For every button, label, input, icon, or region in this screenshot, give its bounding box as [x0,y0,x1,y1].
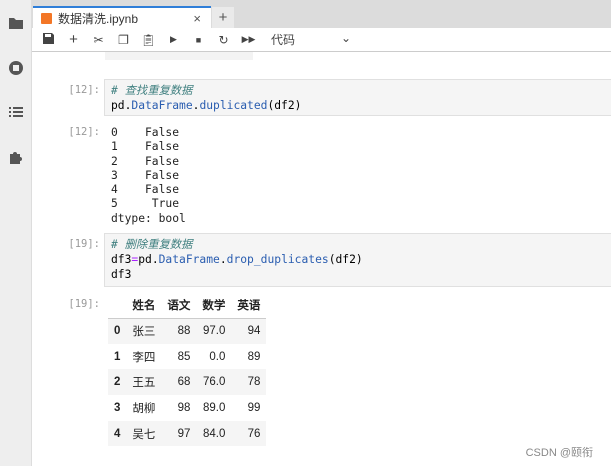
table-cell: 97 [177,427,191,440]
row-index: 1 [114,350,121,363]
chevron-down-icon: ⌄ [340,31,351,45]
restart-icon[interactable]: ↻ [211,33,236,47]
code-line: df3 [111,268,132,281]
notebook-icon [41,13,52,24]
output-prompt: [12]: [68,126,100,138]
previous-output-edge [105,52,253,60]
tab-notebook[interactable]: 数据清洗.ipynb × [33,6,211,29]
column-header: 英语 [231,292,267,319]
output-prompt: [19]: [68,298,100,310]
column-header: 数学 [196,292,232,319]
table-cell: 0.0 [209,350,226,363]
table-row: 0 张三 88 97.0 94 [108,318,267,344]
table-cell: 85 [177,350,191,363]
copy-icon[interactable]: ❐ [111,33,136,47]
tab-bar: 数据清洗.ipynb × + [32,0,611,29]
column-header: 语文 [161,292,197,319]
add-cell-icon[interactable]: + [61,31,86,48]
save-icon[interactable] [36,32,61,47]
table-cell: 78 [247,376,261,389]
table-cell: 89.0 [203,401,226,414]
table-cell: 吴七 [132,428,156,441]
table-cell: 89 [247,350,261,363]
cell-output-text: 0 False 1 False 2 False 3 False 4 False … [111,126,186,225]
notebook-toolbar: + ✂ ❐ 📋︎ ▶ ■ ↻ ▶▶ 代码 ⌄ [32,28,611,52]
cell-type-value: 代码 [271,33,296,47]
table-cell: 68 [177,376,191,389]
run-icon[interactable]: ▶ [161,34,186,45]
row-index: 0 [114,325,121,338]
code-cell-input[interactable]: # 删除重复数据 df3=pd.DataFrame.drop_duplicate… [104,233,611,287]
table-cell: 王五 [132,377,156,390]
table-row: 2 王五 68 76.0 78 [108,369,267,396]
index-header [108,292,127,319]
code-comment: # 删除重复数据 [111,238,193,251]
row-index: 4 [114,427,121,440]
table-row: 3 胡柳 98 89.0 99 [108,395,266,421]
code-line: df3=pd.DataFrame.drop_duplicates(df2) [111,253,363,266]
close-tab-button[interactable]: × [193,11,201,26]
column-header: 姓名 [126,292,162,319]
table-cell: 76 [247,427,261,440]
row-index: 3 [114,401,121,414]
left-sidebar [0,0,32,466]
cut-icon[interactable]: ✂ [86,33,111,47]
table-row: 1 李四 85 0.0 89 [108,344,266,370]
input-prompt: [19]: [68,238,100,250]
table-row: 4 吴七 97 84.0 76 [108,420,267,447]
tab-title: 数据清洗.ipynb [58,12,139,26]
dataframe-table: 姓名 语文 数学 英语 0 张三 88 97.0 94 1 李四 85 0.0 89 2 王五 68 76… [108,292,267,447]
stop-icon[interactable]: ■ [186,35,211,45]
add-tab-button[interactable]: + [212,7,234,28]
table-cell: 99 [247,401,261,414]
table-cell: 张三 [132,326,156,339]
running-icon[interactable] [6,58,26,78]
table-cell: 94 [247,325,261,338]
table-cell: 76.0 [203,376,226,389]
table-header-row: 姓名 语文 数学 英语 [108,292,267,319]
run-all-icon[interactable]: ▶▶ [236,34,261,45]
input-prompt: [12]: [68,84,100,96]
code-line: pd.DataFrame.duplicated(df2) [111,99,302,112]
code-cell-input[interactable]: # 查找重复数据 pd.DataFrame.duplicated(df2) [104,79,611,116]
table-cell: 97.0 [203,325,226,338]
table-cell: 88 [177,325,191,338]
row-index: 2 [114,376,121,389]
table-cell: 李四 [132,351,156,364]
extension-icon[interactable] [6,147,26,167]
cell-type-select[interactable]: 代码 ⌄ [271,31,351,48]
toc-icon[interactable] [6,102,26,122]
folder-icon[interactable] [6,13,26,33]
paste-icon[interactable]: 📋︎ [136,33,161,47]
table-cell: 98 [177,401,191,414]
table-cell: 84.0 [203,427,226,440]
code-comment: # 查找重复数据 [111,84,193,97]
table-cell: 胡柳 [132,402,156,415]
watermark: CSDN @颐衔 [525,447,593,459]
